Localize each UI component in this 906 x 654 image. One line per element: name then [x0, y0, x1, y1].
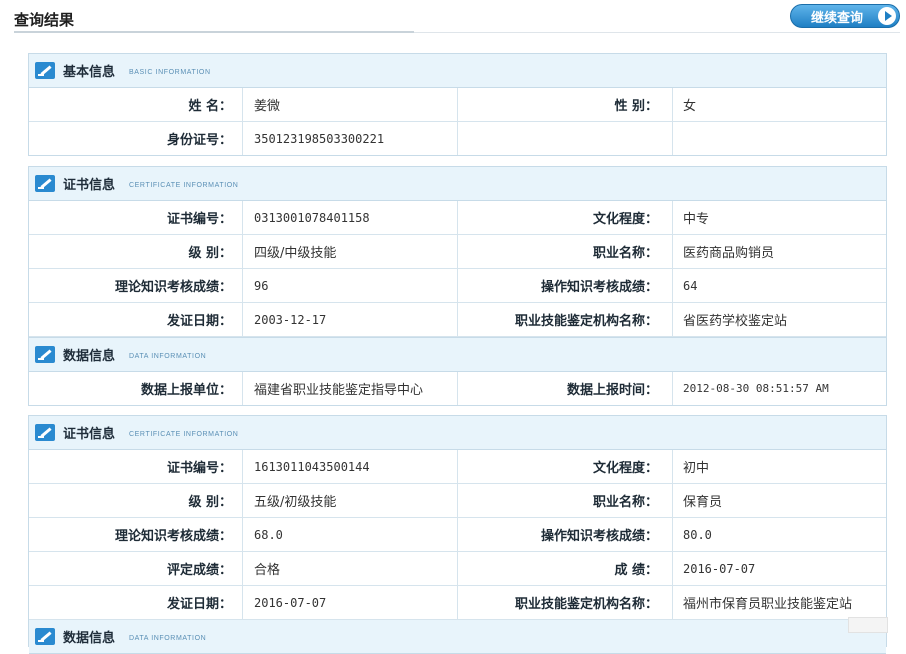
- play-arrow-icon: [878, 7, 896, 25]
- edit-icon: [35, 62, 55, 79]
- edit-icon: [35, 346, 55, 363]
- field-label: 职业名称：: [458, 235, 673, 268]
- basic-info-card: 基本信息 BASIC INFORMATION 姓 名： 姜微 性 别： 女 身份…: [28, 53, 887, 156]
- field-value: 福州市保育员职业技能鉴定站: [683, 597, 853, 612]
- field-value: 2012-08-30 08:51:57 AM: [683, 382, 829, 395]
- field-label: 性 别：: [458, 88, 673, 121]
- field-value: 姜微: [243, 88, 458, 121]
- field-value: 省医药学校鉴定站: [683, 314, 788, 329]
- table-row: 姓 名： 姜微 性 别： 女: [29, 88, 886, 122]
- certificate-card-1: 证书信息 CERTIFICATE INFORMATION 证书编号： 03130…: [28, 166, 887, 406]
- field-label: 成 绩：: [458, 552, 673, 585]
- page-title: 查询结果: [14, 11, 75, 29]
- table-row: 数据上报单位： 福建省职业技能鉴定指导中心 数据上报时间： 2012-08-30…: [29, 372, 886, 405]
- section-title: 数据信息: [63, 349, 116, 364]
- field-value: [673, 122, 886, 155]
- field-value: 中专: [683, 212, 710, 227]
- section-subtitle: CERTIFICATE INFORMATION: [129, 431, 239, 438]
- field-value: 96: [243, 269, 458, 302]
- table-row: 评定成绩： 合格 成 绩： 2016-07-07: [29, 552, 886, 586]
- table-row: 级 别： 五级/初级技能 职业名称： 保育员: [29, 484, 886, 518]
- field-label: 身份证号：: [29, 122, 243, 155]
- field-label: 职业名称：: [458, 484, 673, 517]
- table-row: 发证日期： 2003-12-17 职业技能鉴定机构名称： 省医药学校鉴定站: [29, 303, 886, 337]
- section-title: 基本信息: [63, 65, 116, 80]
- field-value: 350123198503300221: [243, 122, 458, 155]
- field-label: 职业技能鉴定机构名称：: [458, 586, 673, 619]
- field-value: 福建省职业技能鉴定指导中心: [243, 372, 458, 405]
- field-label: 数据上报单位：: [29, 372, 243, 405]
- table-row: 身份证号： 350123198503300221: [29, 122, 886, 155]
- table-row: 证书编号： 1613011043500144 文化程度： 初中: [29, 450, 886, 484]
- field-label: 操作知识考核成绩：: [458, 269, 673, 302]
- field-value: 合格: [243, 552, 458, 585]
- field-label: 证书编号：: [29, 201, 243, 234]
- field-value: 1613011043500144: [243, 450, 458, 483]
- field-value: 64: [683, 278, 698, 293]
- title-divider: [14, 31, 414, 33]
- section-title: 证书信息: [63, 178, 116, 193]
- field-label: 级 别：: [29, 235, 243, 268]
- watermark-logo: [848, 617, 888, 633]
- field-value: 女: [683, 99, 697, 114]
- certificate-header: 证书信息 CERTIFICATE INFORMATION: [29, 416, 886, 450]
- field-value: 0313001078401158: [243, 201, 458, 234]
- certificate-header: 证书信息 CERTIFICATE INFORMATION: [29, 167, 886, 201]
- field-label: 发证日期：: [29, 303, 243, 336]
- field-label: [458, 122, 673, 155]
- field-label: 发证日期：: [29, 586, 243, 619]
- field-value: 医药商品购销员: [683, 246, 775, 261]
- edit-icon: [35, 424, 55, 441]
- section-subtitle: DATA INFORMATION: [129, 353, 207, 360]
- table-row: 理论知识考核成绩： 96 操作知识考核成绩： 64: [29, 269, 886, 303]
- field-label: 姓 名：: [29, 88, 243, 121]
- field-label: 数据上报时间：: [458, 372, 673, 405]
- edit-icon: [35, 628, 55, 645]
- table-row: 级 别： 四级/中级技能 职业名称： 医药商品购销员: [29, 235, 886, 269]
- continue-query-button[interactable]: 继续查询: [790, 4, 900, 28]
- table-row: 发证日期： 2016-07-07 职业技能鉴定机构名称： 福州市保育员职业技能鉴…: [29, 586, 886, 620]
- field-label: 文化程度：: [458, 450, 673, 483]
- data-info-header: 数据信息 DATA INFORMATION: [29, 620, 886, 654]
- field-value: 初中: [683, 461, 710, 476]
- field-value: 2003-12-17: [243, 303, 458, 336]
- field-value: 80.0: [683, 527, 712, 542]
- title-divider-light: [414, 32, 900, 33]
- certificate-card-2: 证书信息 CERTIFICATE INFORMATION 证书编号： 16130…: [28, 415, 887, 654]
- field-label: 证书编号：: [29, 450, 243, 483]
- field-label: 级 别：: [29, 484, 243, 517]
- basic-info-header: 基本信息 BASIC INFORMATION: [29, 54, 886, 88]
- field-value: 保育员: [683, 495, 723, 510]
- field-value: 五级/初级技能: [243, 484, 458, 517]
- data-info-header: 数据信息 DATA INFORMATION: [29, 337, 886, 372]
- section-subtitle: CERTIFICATE INFORMATION: [129, 182, 239, 189]
- field-value: 四级/中级技能: [243, 235, 458, 268]
- field-value: 2016-07-07: [683, 561, 756, 576]
- table-row: 证书编号： 0313001078401158 文化程度： 中专: [29, 201, 886, 235]
- continue-query-label: 继续查询: [811, 10, 864, 26]
- field-label: 操作知识考核成绩：: [458, 518, 673, 551]
- table-row: 理论知识考核成绩： 68.0 操作知识考核成绩： 80.0: [29, 518, 886, 552]
- field-label: 评定成绩：: [29, 552, 243, 585]
- section-title: 数据信息: [63, 631, 116, 646]
- section-subtitle: BASIC INFORMATION: [129, 69, 211, 76]
- field-value: 2016-07-07: [243, 586, 458, 619]
- field-label: 理论知识考核成绩：: [29, 518, 243, 551]
- edit-icon: [35, 175, 55, 192]
- field-label: 文化程度：: [458, 201, 673, 234]
- field-label: 理论知识考核成绩：: [29, 269, 243, 302]
- field-label: 职业技能鉴定机构名称：: [458, 303, 673, 336]
- section-subtitle: DATA INFORMATION: [129, 635, 207, 642]
- section-title: 证书信息: [63, 427, 116, 442]
- field-value: 68.0: [243, 518, 458, 551]
